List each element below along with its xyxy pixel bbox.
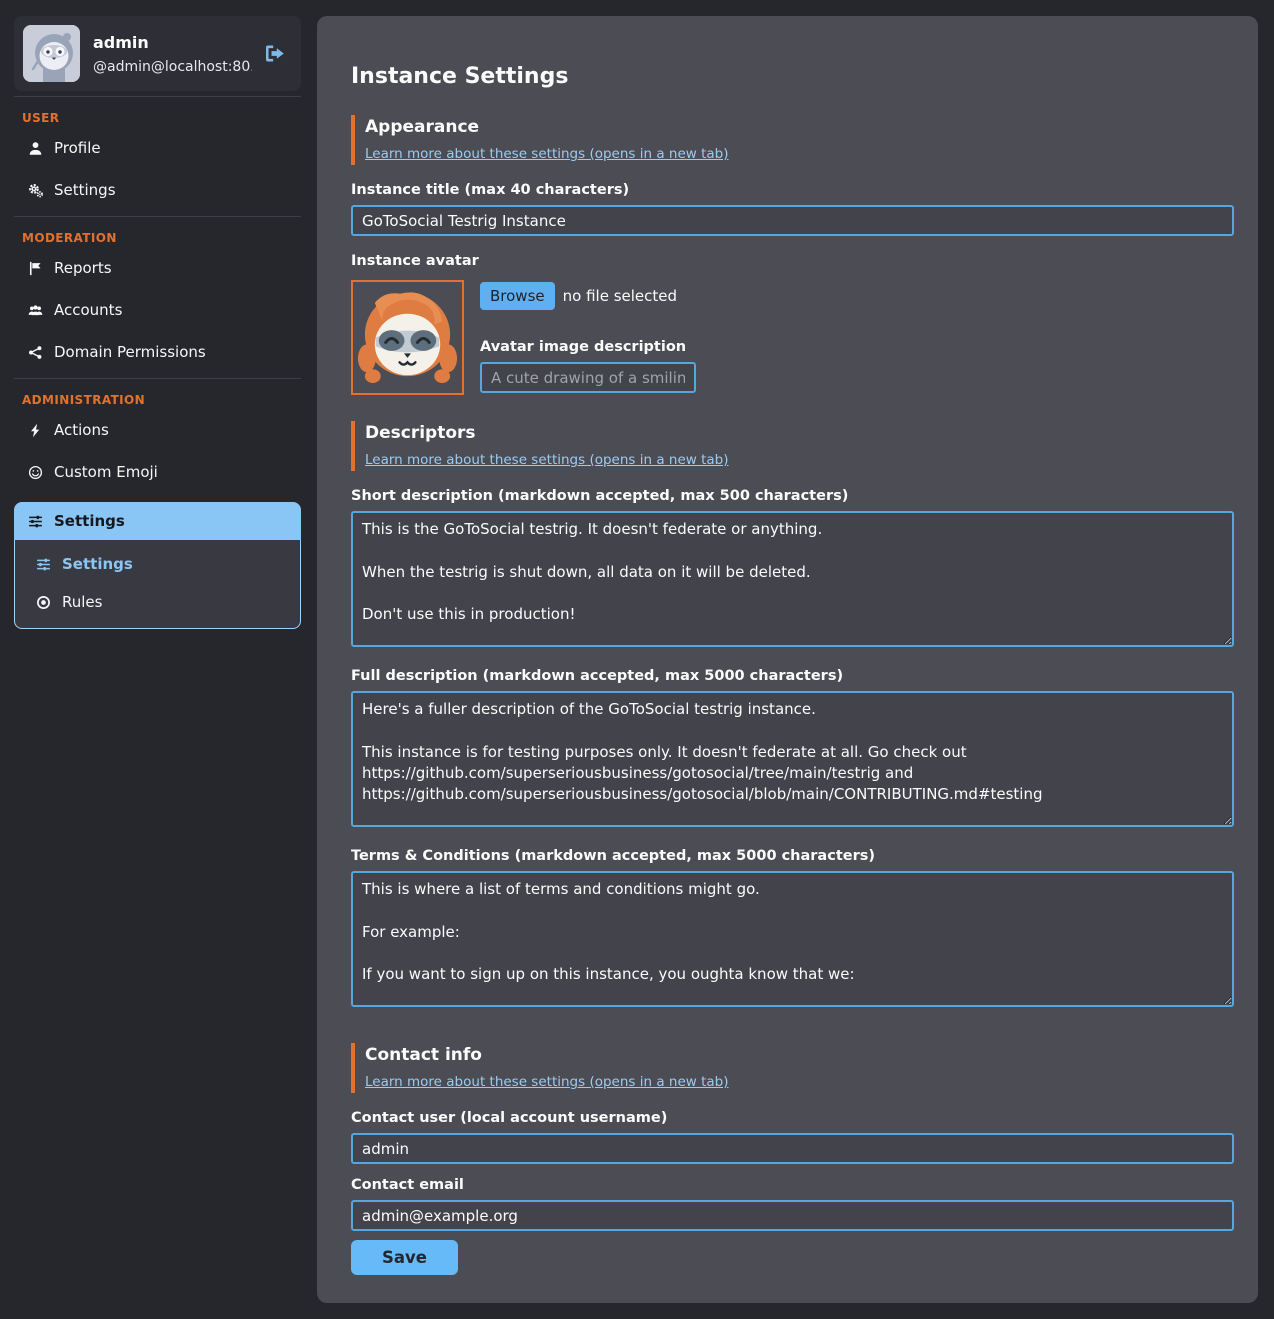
sidebar-item-label: Actions (54, 421, 109, 439)
user-avatar (23, 25, 80, 82)
sidebar-item-profile[interactable]: Profile (14, 127, 301, 169)
settings-nav-block: Settings Settings (14, 502, 301, 629)
appearance-learn-more-link[interactable]: Learn more about these settings (opens i… (365, 146, 728, 162)
user-icon (27, 140, 43, 156)
contact-user-label: Contact user (local account username) (351, 1110, 1234, 1126)
sidebar-item-label: Custom Emoji (54, 463, 158, 481)
terms-label: Terms & Conditions (markdown accepted, m… (351, 848, 1234, 864)
file-status-text: no file selected (563, 287, 677, 305)
user-name: admin (93, 33, 252, 52)
share-nodes-icon (27, 344, 43, 360)
logout-icon[interactable] (265, 44, 286, 63)
sidebar-item-settings-active[interactable]: Settings (14, 502, 301, 540)
instance-title-input[interactable] (351, 205, 1234, 236)
gears-icon (27, 182, 43, 198)
submenu-item-settings[interactable]: Settings (15, 545, 300, 583)
save-button[interactable]: Save (351, 1240, 458, 1275)
contact-email-input[interactable] (351, 1200, 1234, 1231)
avatar-description-input[interactable] (480, 362, 696, 393)
contact-heading: Contact info (365, 1045, 1234, 1065)
instance-title-label: Instance title (max 40 characters) (351, 182, 1234, 198)
contact-learn-more-link[interactable]: Learn more about these settings (opens i… (365, 1074, 728, 1090)
contact-user-input[interactable] (351, 1133, 1234, 1164)
contact-email-label: Contact email (351, 1177, 1234, 1193)
contact-section-header: Contact info Learn more about these sett… (351, 1043, 1234, 1093)
instance-avatar-label: Instance avatar (351, 253, 1234, 269)
instance-settings-panel: Instance Settings Appearance Learn more … (317, 16, 1258, 1303)
sidebar-section-administration: ADMINISTRATION Actions Custom Emoji (14, 378, 301, 629)
descriptors-learn-more-link[interactable]: Learn more about these settings (opens i… (365, 452, 728, 468)
descriptors-section-header: Descriptors Learn more about these setti… (351, 421, 1234, 471)
sidebar-item-custom-emoji[interactable]: Custom Emoji (14, 451, 301, 493)
sliders-icon (27, 513, 43, 529)
user-meta: admin @admin@localhost:80... (93, 33, 252, 75)
avatar-description-label: Avatar image description (480, 339, 696, 355)
submenu-item-label: Settings (62, 555, 133, 573)
sliders-icon (35, 556, 51, 572)
users-icon (27, 302, 43, 318)
sidebar-item-actions[interactable]: Actions (14, 409, 301, 451)
sidebar-item-label: Reports (54, 259, 112, 277)
instance-avatar-image (351, 280, 464, 395)
dot-circle-icon (35, 594, 51, 610)
settings-submenu: Settings Rules (14, 540, 301, 629)
avatar-file-row: Browse no file selected (480, 282, 696, 310)
sidebar-item-label: Domain Permissions (54, 343, 206, 361)
sidebar-item-reports[interactable]: Reports (14, 247, 301, 289)
sidebar-item-label: Settings (54, 512, 125, 530)
section-heading-moderation: MODERATION (14, 219, 301, 247)
user-card: admin @admin@localhost:80... (14, 16, 301, 91)
page-title: Instance Settings (351, 64, 1234, 89)
sidebar: admin @admin@localhost:80... USER Profil… (14, 16, 301, 629)
section-heading-user: USER (14, 99, 301, 127)
full-description-label: Full description (markdown accepted, max… (351, 668, 1234, 684)
short-description-textarea[interactable]: This is the GoToSocial testrig. It doesn… (351, 511, 1234, 647)
appearance-section-header: Appearance Learn more about these settin… (351, 115, 1234, 165)
user-handle: @admin@localhost:80... (93, 59, 252, 75)
terms-textarea[interactable]: This is where a list of terms and condit… (351, 871, 1234, 1007)
sidebar-item-label: Accounts (54, 301, 122, 319)
submenu-item-label: Rules (62, 593, 102, 611)
sidebar-item-user-settings[interactable]: Settings (14, 169, 301, 211)
descriptors-heading: Descriptors (365, 423, 1234, 443)
section-heading-administration: ADMINISTRATION (14, 381, 301, 409)
sidebar-item-domain-permissions[interactable]: Domain Permissions (14, 331, 301, 373)
sidebar-item-accounts[interactable]: Accounts (14, 289, 301, 331)
sidebar-item-label: Settings (54, 181, 116, 199)
short-description-label: Short description (markdown accepted, ma… (351, 488, 1234, 504)
browse-button[interactable]: Browse (480, 282, 555, 310)
smiley-icon (27, 464, 43, 480)
sidebar-section-moderation: MODERATION Reports Accounts (14, 216, 301, 373)
instance-avatar-row: Browse no file selected Avatar image des… (351, 280, 1234, 395)
flag-icon (27, 260, 43, 276)
appearance-heading: Appearance (365, 117, 1234, 137)
avatar-upload-area: Browse no file selected Avatar image des… (480, 280, 696, 393)
sidebar-item-label: Profile (54, 139, 101, 157)
bolt-icon (27, 422, 43, 438)
submenu-item-rules[interactable]: Rules (15, 583, 300, 621)
full-description-textarea[interactable]: Here's a fuller description of the GoToS… (351, 691, 1234, 827)
sidebar-section-user: USER Profile Settings (14, 96, 301, 211)
